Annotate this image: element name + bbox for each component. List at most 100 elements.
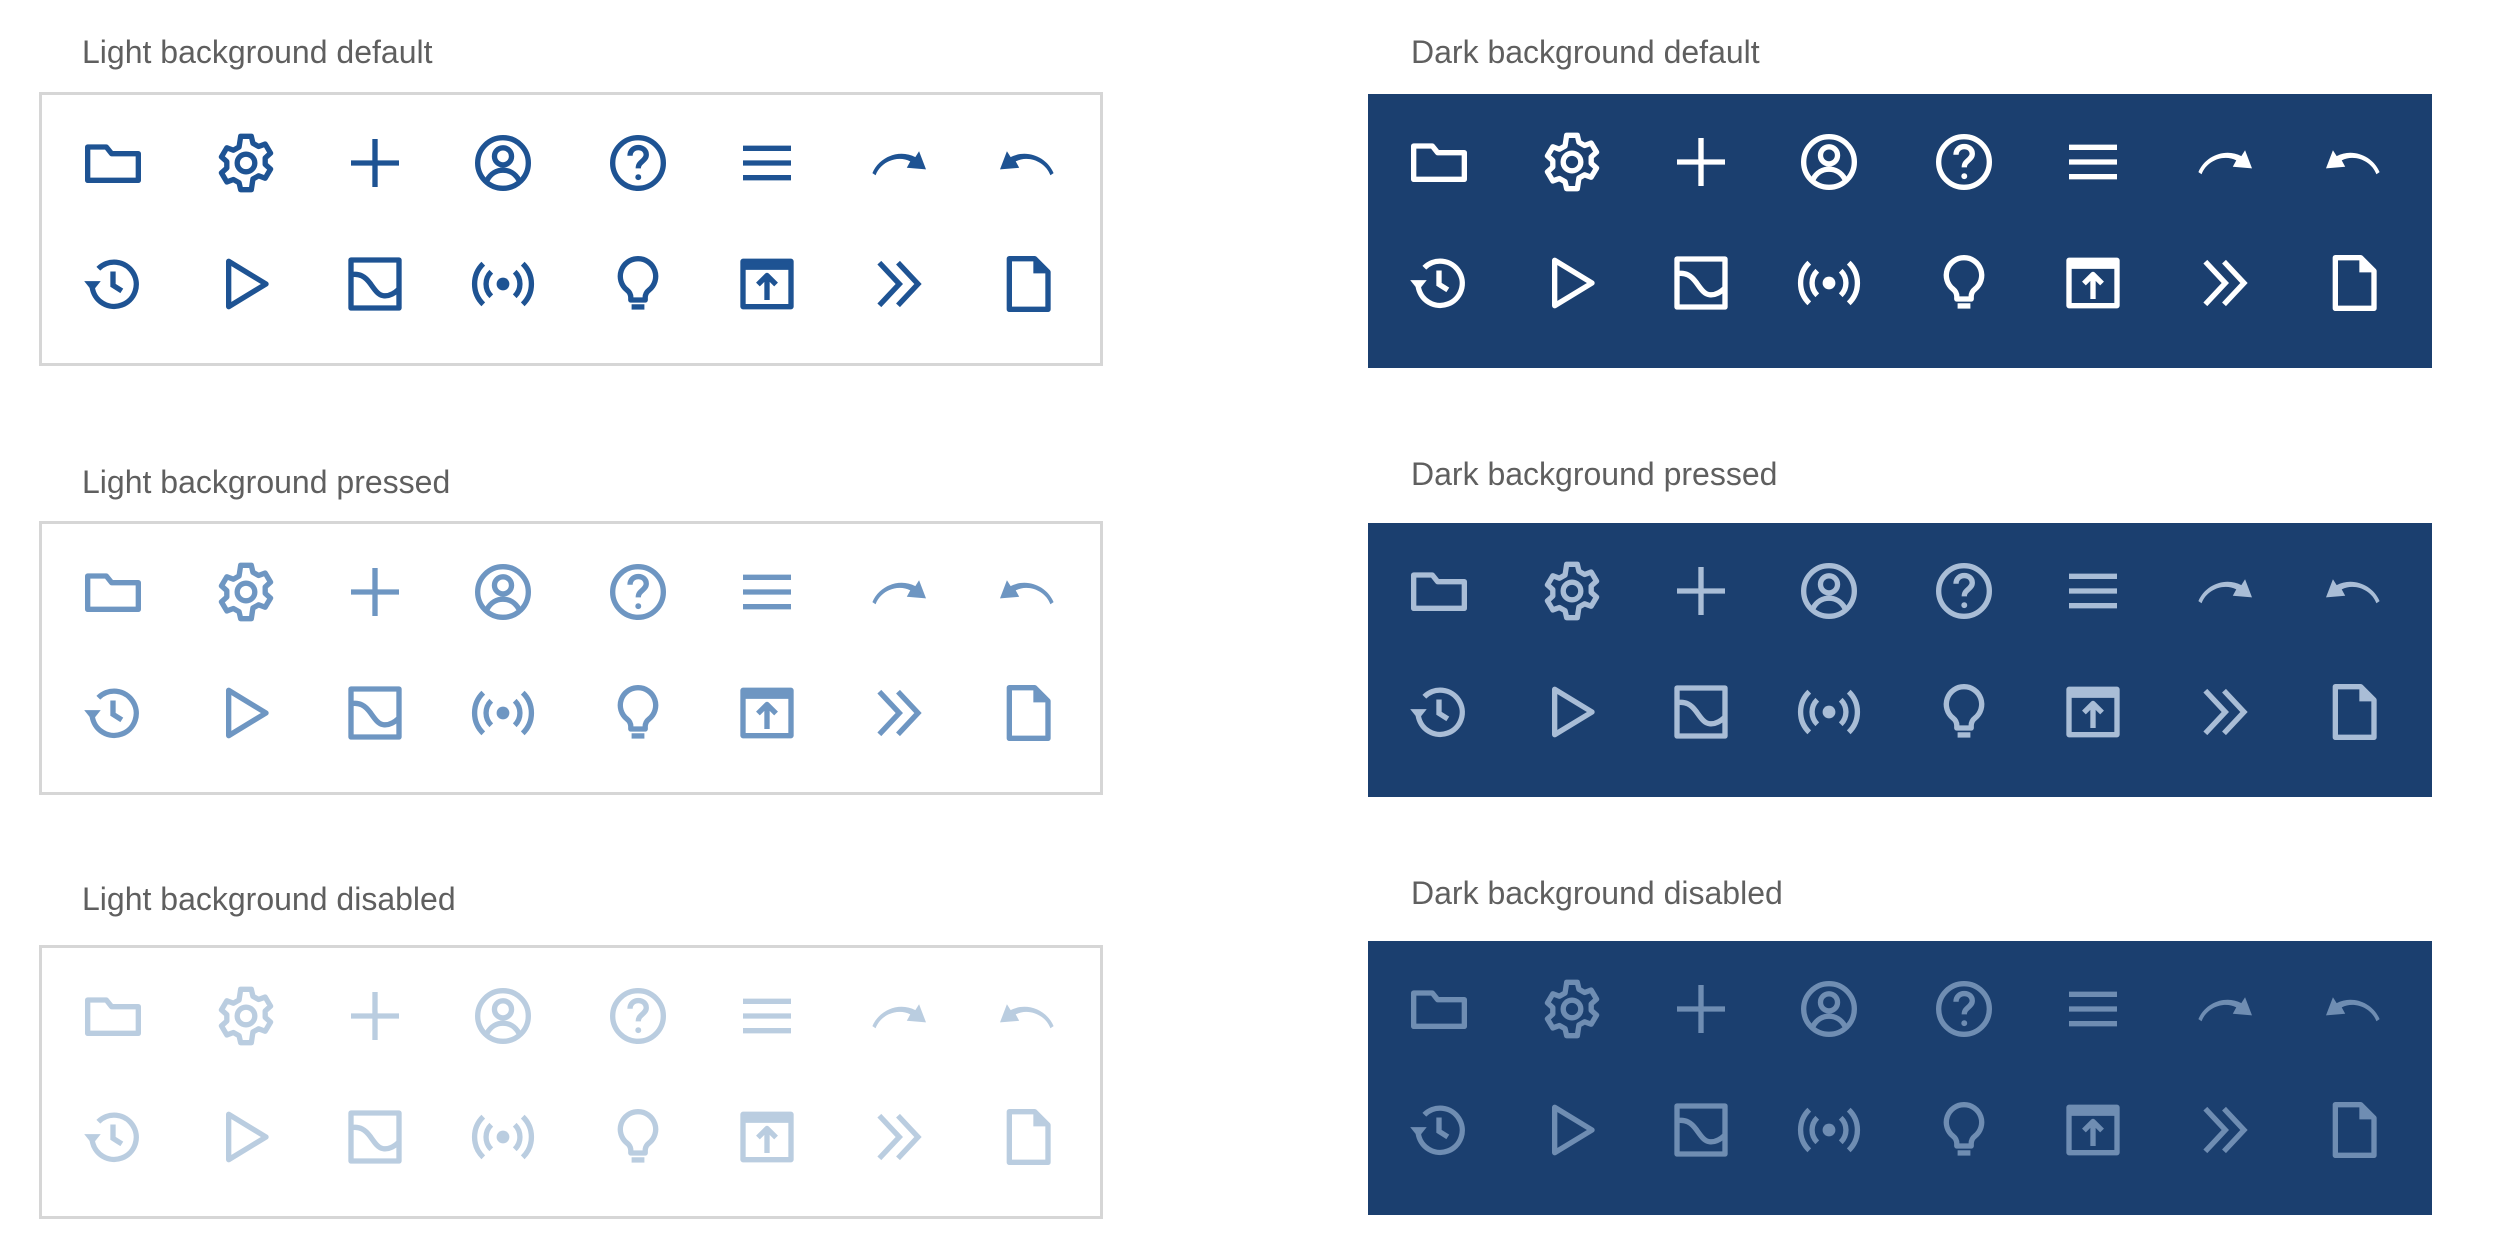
history-icon[interactable] [1407,680,1471,744]
user-circle-icon[interactable] [1797,977,1861,1041]
gear-icon[interactable] [1540,130,1604,194]
undo-icon[interactable] [2322,559,2386,623]
undo-icon[interactable] [2322,977,2386,1041]
gear-icon[interactable] [1540,559,1604,623]
play-icon[interactable] [214,1105,278,1169]
folder-icon[interactable] [1407,977,1471,1041]
redo-icon[interactable] [866,984,930,1048]
help-circle-icon[interactable] [606,984,670,1048]
plus-icon[interactable] [1669,977,1733,1041]
document-icon[interactable] [2322,1098,2386,1162]
plus-icon[interactable] [343,560,407,624]
undo-icon[interactable] [996,131,1060,195]
document-icon[interactable] [996,1105,1060,1169]
gear-icon[interactable] [1540,977,1604,1041]
help-circle-icon[interactable] [1932,977,1996,1041]
image-icon[interactable] [343,681,407,745]
play-icon[interactable] [214,681,278,745]
user-circle-icon[interactable] [1797,130,1861,194]
lightbulb-icon[interactable] [1932,680,1996,744]
chevron-double-right-icon[interactable] [866,681,930,745]
gear-icon[interactable] [214,560,278,624]
menu-icon[interactable] [735,131,799,195]
redo-icon[interactable] [866,560,930,624]
help-circle-icon[interactable] [606,560,670,624]
folder-icon[interactable] [81,560,145,624]
gear-icon[interactable] [214,131,278,195]
folder-icon[interactable] [81,131,145,195]
play-icon[interactable] [214,252,278,316]
folder-icon[interactable] [81,984,145,1048]
image-icon[interactable] [1669,1098,1733,1162]
play-icon[interactable] [1540,680,1604,744]
menu-icon[interactable] [2061,977,2125,1041]
image-icon[interactable] [343,252,407,316]
history-icon[interactable] [81,1105,145,1169]
panel-title-dark-disabled: Dark background disabled [1411,875,1783,911]
redo-icon[interactable] [866,131,930,195]
upload-window-icon[interactable] [2061,680,2125,744]
upload-window-icon[interactable] [2061,1098,2125,1162]
upload-window-icon[interactable] [735,681,799,745]
play-icon[interactable] [1540,1098,1604,1162]
upload-window-icon[interactable] [735,1105,799,1169]
chevron-double-right-icon[interactable] [2192,251,2256,315]
broadcast-icon[interactable] [471,681,535,745]
document-icon[interactable] [2322,680,2386,744]
menu-icon[interactable] [2061,130,2125,194]
help-circle-icon[interactable] [606,131,670,195]
document-icon[interactable] [996,252,1060,316]
plus-icon[interactable] [1669,130,1733,194]
folder-icon[interactable] [1407,130,1471,194]
user-circle-icon[interactable] [1797,559,1861,623]
history-icon[interactable] [81,252,145,316]
image-icon[interactable] [1669,251,1733,315]
image-icon[interactable] [343,1105,407,1169]
undo-icon[interactable] [996,984,1060,1048]
lightbulb-icon[interactable] [1932,251,1996,315]
help-circle-icon[interactable] [1932,559,1996,623]
redo-icon[interactable] [2192,977,2256,1041]
undo-icon[interactable] [2322,130,2386,194]
plus-icon[interactable] [343,984,407,1048]
broadcast-icon[interactable] [1797,251,1861,315]
user-circle-icon[interactable] [471,131,535,195]
icon-panel-dark-disabled [1368,941,2432,1215]
redo-icon[interactable] [2192,130,2256,194]
menu-icon[interactable] [735,984,799,1048]
document-icon[interactable] [996,681,1060,745]
menu-icon[interactable] [2061,559,2125,623]
chevron-double-right-icon[interactable] [866,1105,930,1169]
chevron-double-right-icon[interactable] [2192,680,2256,744]
undo-icon[interactable] [996,560,1060,624]
broadcast-icon[interactable] [471,252,535,316]
chevron-double-right-icon[interactable] [866,252,930,316]
icon-panel-light-default [39,92,1103,366]
lightbulb-icon[interactable] [606,1105,670,1169]
help-circle-icon[interactable] [1932,130,1996,194]
folder-icon[interactable] [1407,559,1471,623]
play-icon[interactable] [1540,251,1604,315]
lightbulb-icon[interactable] [1932,1098,1996,1162]
broadcast-icon[interactable] [1797,680,1861,744]
document-icon[interactable] [2322,251,2386,315]
history-icon[interactable] [81,681,145,745]
user-circle-icon[interactable] [471,984,535,1048]
lightbulb-icon[interactable] [606,252,670,316]
user-circle-icon[interactable] [471,560,535,624]
panel-title-dark-pressed: Dark background pressed [1411,456,1778,492]
upload-window-icon[interactable] [2061,251,2125,315]
broadcast-icon[interactable] [1797,1098,1861,1162]
upload-window-icon[interactable] [735,252,799,316]
plus-icon[interactable] [1669,559,1733,623]
history-icon[interactable] [1407,1098,1471,1162]
redo-icon[interactable] [2192,559,2256,623]
lightbulb-icon[interactable] [606,681,670,745]
image-icon[interactable] [1669,680,1733,744]
gear-icon[interactable] [214,984,278,1048]
chevron-double-right-icon[interactable] [2192,1098,2256,1162]
menu-icon[interactable] [735,560,799,624]
broadcast-icon[interactable] [471,1105,535,1169]
plus-icon[interactable] [343,131,407,195]
history-icon[interactable] [1407,251,1471,315]
